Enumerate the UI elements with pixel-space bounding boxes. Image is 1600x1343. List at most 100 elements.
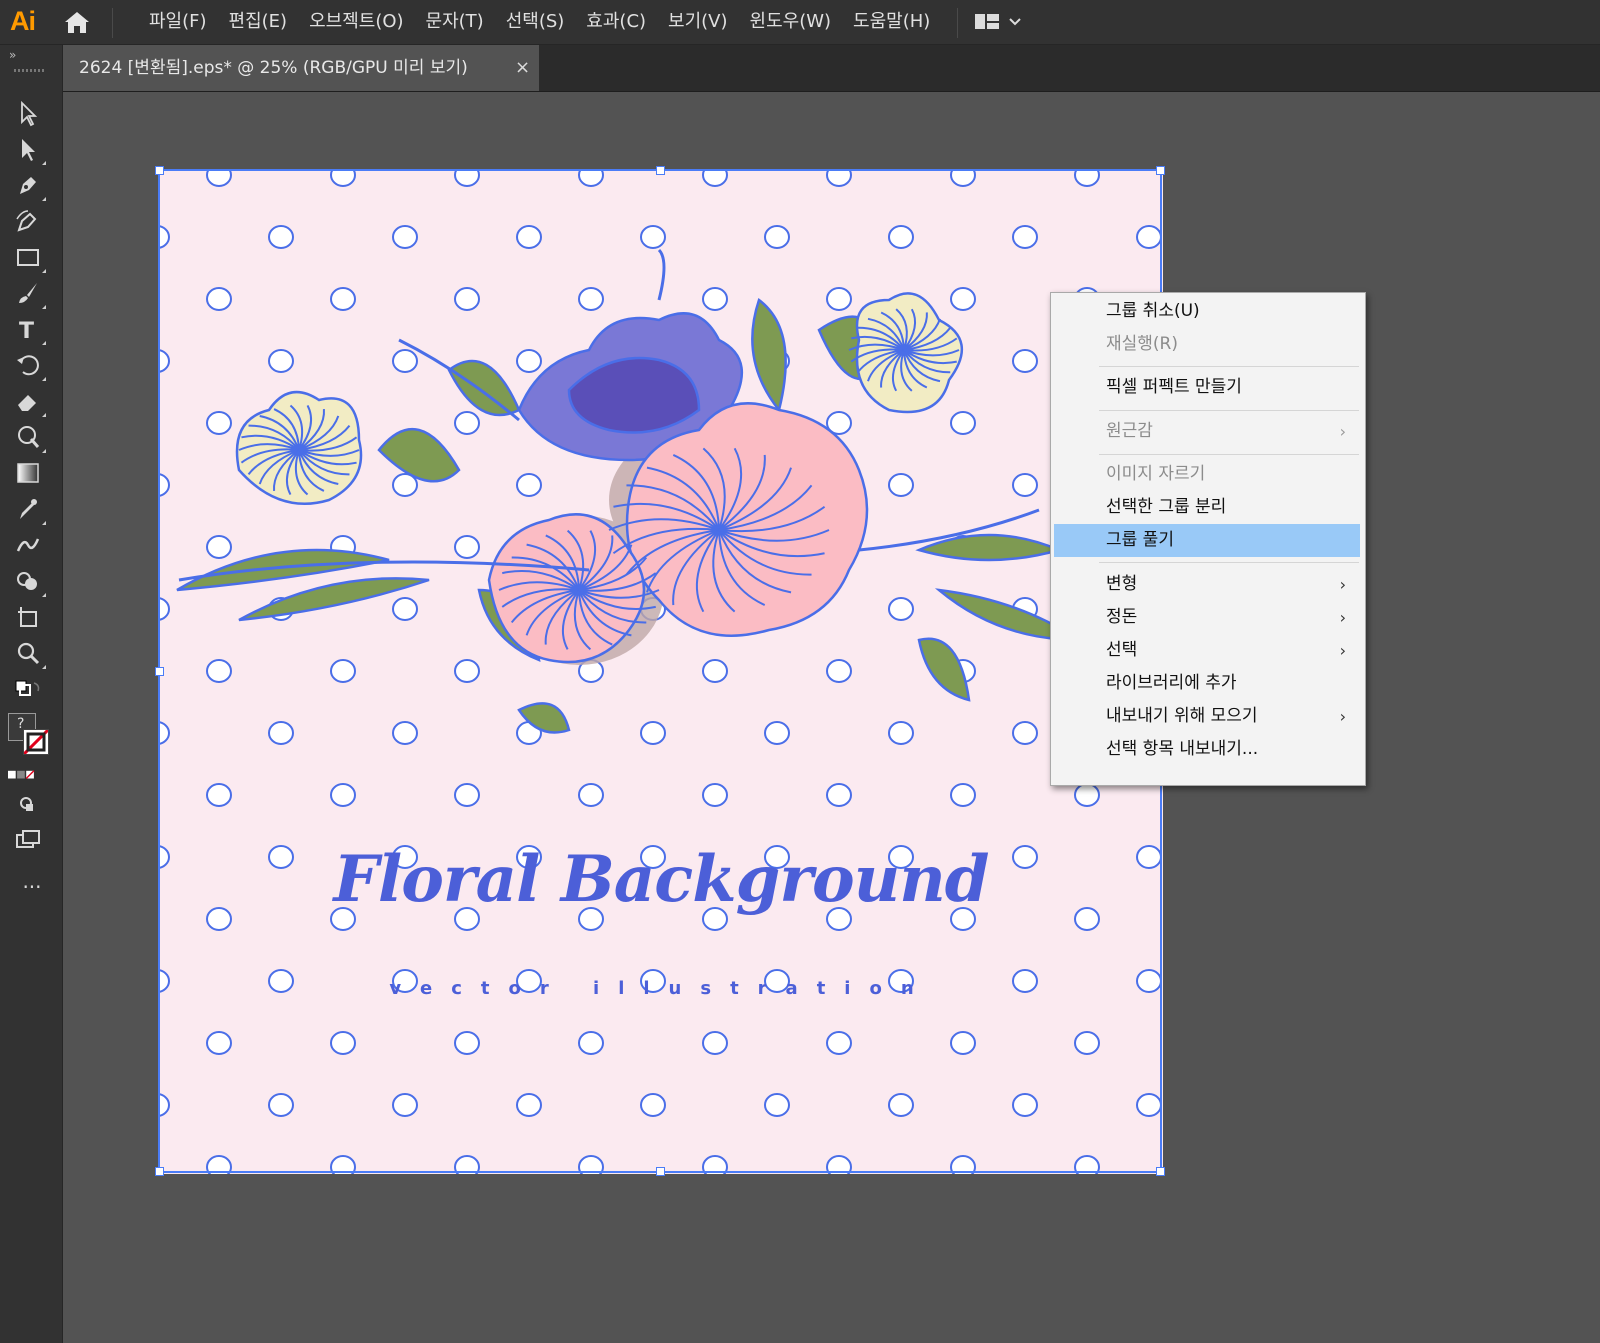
polka-dot <box>206 659 232 683</box>
polka-dot <box>702 170 728 187</box>
polka-dot <box>1074 1031 1100 1055</box>
eyedropper-tool-icon[interactable] <box>14 495 50 527</box>
context-menu-item-release-group[interactable]: 그룹 풀기 <box>1054 524 1360 557</box>
type-tool-icon[interactable]: T <box>14 315 50 347</box>
menu-item-label: 변형 <box>1106 574 1138 594</box>
menu-type[interactable]: 문자(T) <box>415 0 495 44</box>
polka-dot <box>826 170 852 187</box>
tools-panel: » T ? ··· <box>0 45 63 1343</box>
menu-item-label: 그룹 취소(U) <box>1106 301 1200 321</box>
menu-window[interactable]: 윈도우(W) <box>739 0 843 44</box>
menu-help[interactable]: 도움말(H) <box>842 0 941 44</box>
context-menu-item-arrange[interactable]: 정돈 › <box>1054 601 1360 634</box>
menu-file[interactable]: 파일(F) <box>138 0 218 44</box>
menu-separator <box>1099 410 1359 411</box>
artboard[interactable]: Floral Background vector illustration <box>159 170 1163 1174</box>
polka-dot <box>826 287 852 311</box>
polka-dot <box>950 170 976 187</box>
polka-dot <box>888 473 914 497</box>
workspace-switcher-icon[interactable] <box>970 10 1030 34</box>
shape-builder-tool-icon[interactable] <box>14 567 50 599</box>
fill-stroke-swatch[interactable]: ? <box>8 713 50 757</box>
context-menu-item-crop-image[interactable]: 이미지 자르기 <box>1054 458 1360 491</box>
curvature-tool-icon[interactable] <box>14 207 50 239</box>
context-menu-item-ungroup[interactable]: 그룹 취소(U) <box>1054 295 1360 328</box>
polka-dot <box>159 473 170 497</box>
collapse-panel-icon[interactable]: » <box>9 48 16 62</box>
context-menu-item-add-to-library[interactable]: 라이브러리에 추가 <box>1054 667 1360 700</box>
stroke-none-swatch[interactable] <box>23 729 49 755</box>
polka-dot <box>454 1031 480 1055</box>
menu-item-label: 재실행(R) <box>1106 334 1178 354</box>
polka-dot <box>206 1031 232 1055</box>
polka-dot <box>950 411 976 435</box>
context-menu-item-redo[interactable]: 재실행(R) <box>1054 328 1360 361</box>
direct-selection-tool-icon[interactable] <box>14 135 50 167</box>
polka-dot <box>826 1031 852 1055</box>
more-tools-icon[interactable]: ··· <box>14 871 50 903</box>
selection-tool-icon[interactable] <box>14 99 50 131</box>
menu-item-label: 픽셀 퍼펙트 만들기 <box>1106 377 1242 397</box>
blend-tool-icon[interactable] <box>14 531 50 563</box>
polka-dot <box>578 1155 604 1174</box>
color-mode-icons[interactable] <box>8 761 50 781</box>
paintbrush-tool-icon[interactable] <box>14 279 50 311</box>
polka-dot <box>454 783 480 807</box>
submenu-arrow-icon: › <box>1339 608 1346 627</box>
eraser-tool-icon[interactable] <box>14 387 50 419</box>
drawing-mode-icon[interactable] <box>14 791 50 823</box>
polka-dot <box>159 1093 170 1117</box>
home-icon[interactable] <box>62 9 92 35</box>
polka-dot <box>888 225 914 249</box>
polka-dot <box>640 225 666 249</box>
polka-dot <box>1074 1155 1100 1174</box>
menu-separator <box>957 8 958 38</box>
rotate-tool-icon[interactable] <box>14 351 50 383</box>
polka-dot <box>1074 170 1100 187</box>
context-menu-item-isolate-selected-group[interactable]: 선택한 그룹 분리 <box>1054 491 1360 524</box>
context-menu-item-select[interactable]: 선택 › <box>1054 634 1360 667</box>
app-logo: Ai <box>10 6 36 36</box>
polka-dot <box>640 721 666 745</box>
menu-edit[interactable]: 편집(E) <box>218 0 299 44</box>
gradient-tool-icon[interactable] <box>14 459 50 491</box>
close-icon[interactable]: × <box>515 45 530 91</box>
rectangle-tool-icon[interactable] <box>14 243 50 275</box>
polka-dot <box>206 411 232 435</box>
artboard-tool-icon[interactable] <box>14 603 50 635</box>
menu-view[interactable]: 보기(V) <box>657 0 738 44</box>
polka-dot <box>516 1093 542 1117</box>
menu-separator <box>112 8 113 38</box>
polka-dot <box>826 659 852 683</box>
zoom-tool-icon[interactable] <box>14 639 50 671</box>
menu-item-label: 정돈 <box>1106 607 1138 627</box>
screen-mode-icon[interactable] <box>14 827 50 859</box>
polka-dot <box>702 1155 728 1174</box>
polka-dot <box>950 1155 976 1174</box>
polka-dot <box>454 659 480 683</box>
menu-object[interactable]: 오브젝트(O) <box>298 0 414 44</box>
menu-effect[interactable]: 효과(C) <box>575 0 657 44</box>
pen-tool-icon[interactable] <box>14 171 50 203</box>
polka-dot <box>268 349 294 373</box>
context-menu-item-make-pixel-perfect[interactable]: 픽셀 퍼펙트 만들기 <box>1054 371 1360 404</box>
polka-dot <box>1136 1093 1162 1117</box>
polka-dot <box>1136 225 1162 249</box>
document-tab[interactable]: 2624 [변환됨].eps* @ 25% (RGB/GPU 미리 보기) × <box>63 45 539 91</box>
default-fill-stroke-icon[interactable] <box>14 677 50 709</box>
context-menu-item-transform[interactable]: 변형 › <box>1054 568 1360 601</box>
polka-dot <box>330 287 356 311</box>
context-menu-item-collect-for-export[interactable]: 내보내기 위해 모으기 › <box>1054 700 1360 733</box>
polka-dot <box>578 287 604 311</box>
context-menu-item-export-selection[interactable]: 선택 항목 내보내기... <box>1054 733 1360 766</box>
polka-dot <box>392 349 418 373</box>
polka-dot <box>268 225 294 249</box>
polka-dot <box>268 721 294 745</box>
puppet-warp-tool-icon[interactable] <box>14 423 50 455</box>
context-menu-item-perspective[interactable]: 원근감 › <box>1054 415 1360 448</box>
polka-dot <box>330 783 356 807</box>
artwork-title: Floral Background <box>333 842 989 917</box>
menu-select[interactable]: 선택(S) <box>495 0 576 44</box>
context-menu: 그룹 취소(U) 재실행(R) 픽셀 퍼펙트 만들기 원근감 › 이미지 자르기… <box>1050 292 1366 786</box>
panel-grip[interactable] <box>14 69 44 72</box>
